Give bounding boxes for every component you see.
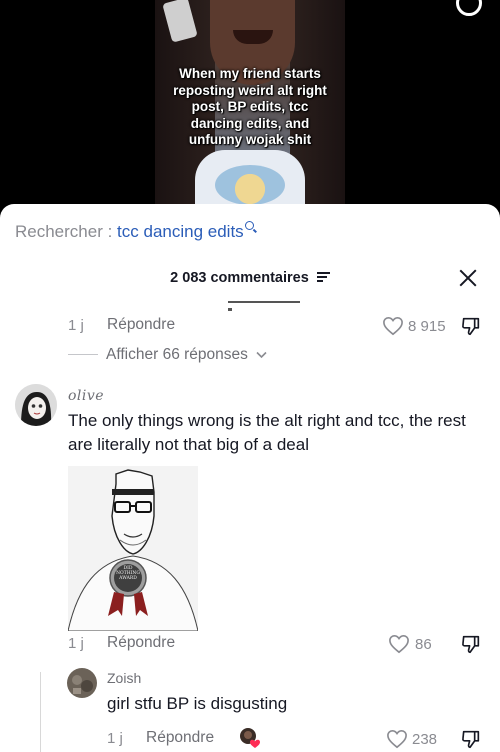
search-icon[interactable] bbox=[456, 0, 482, 16]
like-count: 86 bbox=[415, 636, 432, 653]
wojak-award-image bbox=[68, 466, 198, 631]
avatar-olive-image bbox=[15, 384, 57, 426]
comments-count: 2 083 commentaires bbox=[170, 270, 309, 286]
award-badge-text: DID NOTHING AWARD bbox=[116, 566, 140, 581]
comments-sheet: Rechercher : tcc dancing edits 2 083 com… bbox=[0, 204, 500, 752]
creator-liked-badge bbox=[238, 726, 262, 750]
show-replies-button[interactable]: Afficher 66 réponses bbox=[68, 346, 267, 364]
reply-time: 1 j bbox=[107, 730, 123, 747]
dislike-icon[interactable] bbox=[460, 633, 482, 655]
avatar-olive[interactable] bbox=[15, 384, 57, 426]
reply-thread-line bbox=[40, 672, 41, 752]
comment-time: 1 j bbox=[68, 317, 84, 334]
sort-filter-icon[interactable] bbox=[316, 272, 330, 282]
search-query-link[interactable]: tcc dancing edits bbox=[117, 222, 244, 241]
avatar-zoish[interactable] bbox=[67, 668, 97, 698]
video-player[interactable]: When my friend starts reposting weird al… bbox=[0, 0, 500, 215]
like-heart-icon[interactable] bbox=[388, 634, 410, 654]
cut-off-image-fragment bbox=[228, 308, 232, 311]
comment-image-meme[interactable]: DID NOTHING AWARD bbox=[68, 466, 198, 631]
search-prefix: Rechercher : bbox=[15, 222, 118, 241]
reply-button[interactable]: Répondre bbox=[107, 634, 175, 652]
dislike-icon[interactable] bbox=[460, 728, 482, 750]
like-count: 8 915 bbox=[408, 318, 446, 335]
comments-header: 2 083 commentaires bbox=[0, 270, 500, 286]
like-heart-icon[interactable] bbox=[386, 729, 408, 749]
comment-time: 1 j bbox=[68, 635, 84, 652]
dislike-icon[interactable] bbox=[460, 315, 482, 337]
comment-text: The only things wrong is the alt right a… bbox=[68, 411, 466, 454]
avatar-zoish-image bbox=[67, 668, 97, 698]
comment-username[interactable]: olive bbox=[68, 388, 104, 404]
like-heart-icon[interactable] bbox=[382, 316, 404, 336]
creator-avatar-heart-icon bbox=[240, 728, 260, 748]
close-icon[interactable] bbox=[458, 268, 478, 288]
reply-text: girl stfu BP is disgusting bbox=[107, 694, 288, 713]
reply-button[interactable]: Répondre bbox=[107, 316, 175, 334]
cut-off-image-edge bbox=[228, 301, 300, 303]
reply-username[interactable]: Zoish bbox=[107, 670, 141, 686]
show-replies-label: Afficher 66 réponses bbox=[106, 346, 248, 363]
search-magnifier-icon bbox=[244, 221, 254, 230]
like-count: 238 bbox=[412, 731, 438, 748]
chevron-down-icon bbox=[256, 351, 267, 359]
replies-divider bbox=[68, 354, 98, 356]
reply-button[interactable]: Répondre bbox=[146, 729, 214, 747]
video-shirt-art bbox=[215, 165, 285, 205]
video-caption: When my friend starts reposting weird al… bbox=[173, 66, 327, 147]
search-suggestion[interactable]: Rechercher : tcc dancing edits bbox=[15, 221, 254, 242]
